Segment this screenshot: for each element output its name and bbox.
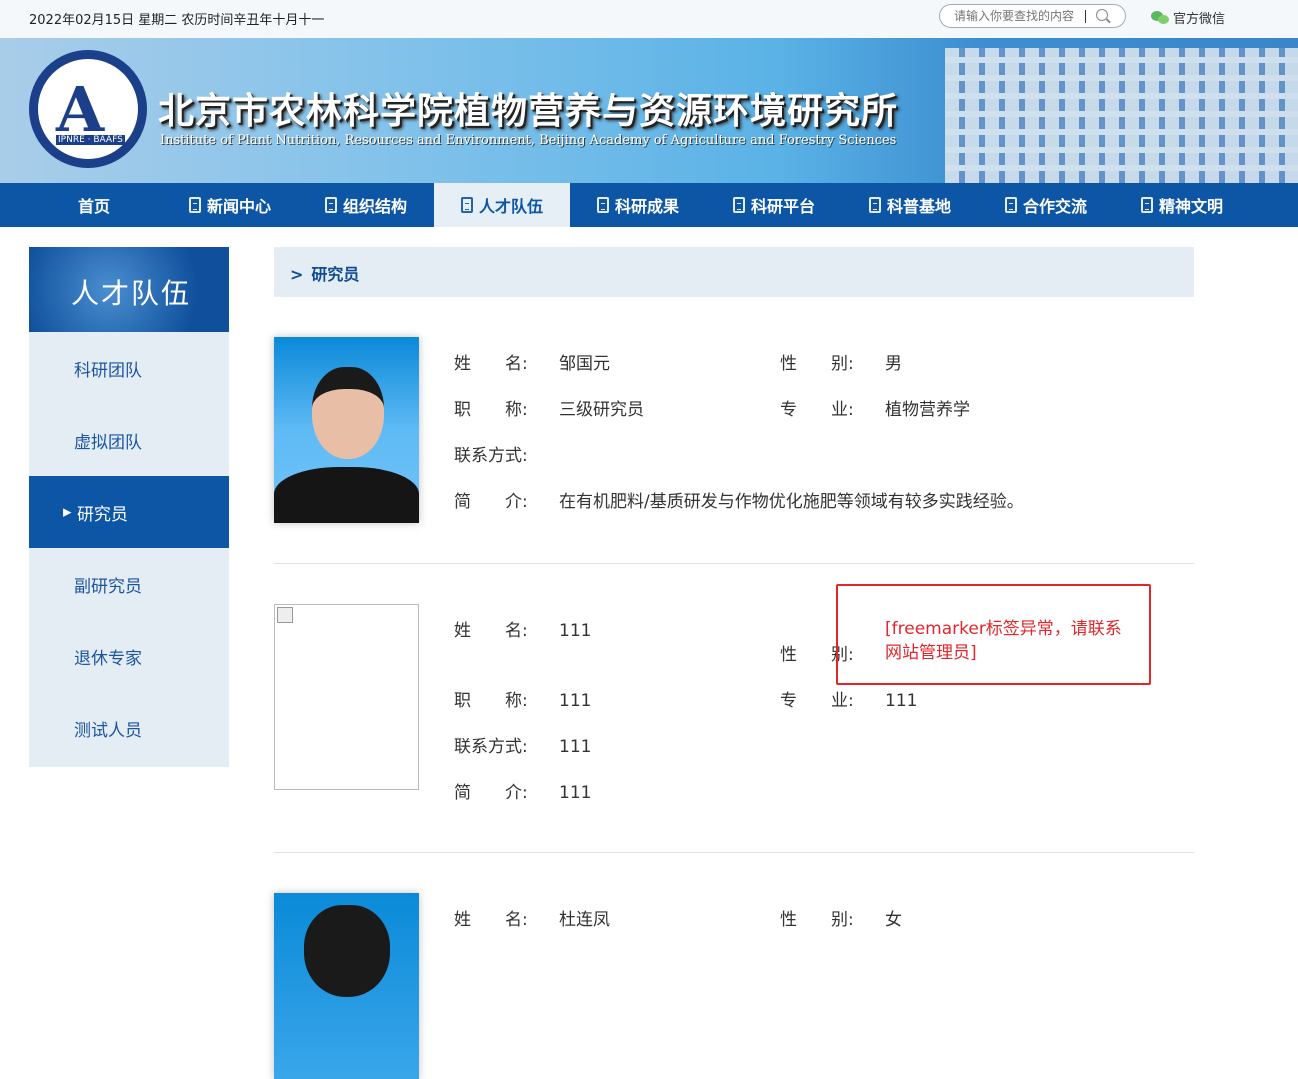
search-input[interactable] bbox=[954, 8, 1074, 24]
nav-achievements[interactable]: 科研成果 bbox=[570, 183, 706, 227]
document-icon bbox=[1140, 197, 1153, 213]
person-photo bbox=[274, 337, 419, 523]
field-label: 姓 名: bbox=[454, 354, 528, 374]
banner: A IPNRE · BAAFS 北京市农林科学院植物营养与资源环境研究所 Inst… bbox=[0, 38, 1298, 183]
field-label: 专 业: bbox=[780, 400, 854, 420]
person-major: 植物营养学 bbox=[885, 400, 970, 420]
person-title: 111 bbox=[559, 691, 592, 711]
person-name: 111 bbox=[559, 621, 592, 641]
document-icon bbox=[1004, 197, 1017, 213]
person-photo bbox=[274, 893, 419, 1079]
person-name: 邹国元 bbox=[559, 354, 610, 374]
divider bbox=[274, 563, 1194, 564]
nav-platform[interactable]: 科研平台 bbox=[706, 183, 842, 227]
field-label: 性 别: bbox=[780, 910, 854, 930]
person-gender: 男 bbox=[885, 354, 902, 374]
sidebar: 人才队伍 科研团队 虚拟团队 ▸ 研究员 副研究员 退休专家 测试人员 bbox=[29, 247, 229, 767]
person-name: 杜连凤 bbox=[559, 910, 610, 930]
person-gender: 女 bbox=[885, 910, 902, 930]
breadcrumb-current[interactable]: 研究员 bbox=[311, 265, 359, 284]
template-error-box: [freemarker标签异常，请联系网站管理员] bbox=[836, 584, 1151, 685]
field-label: 姓 名: bbox=[454, 910, 528, 930]
info-field: 专 业: 植物营养学 bbox=[780, 395, 970, 420]
sidebar-item-associate-researcher[interactable]: 副研究员 bbox=[29, 548, 229, 620]
document-icon bbox=[868, 197, 881, 213]
nav-news[interactable]: 新闻中心 bbox=[162, 183, 298, 227]
document-icon bbox=[596, 197, 609, 213]
nav-culture[interactable]: 精神文明 bbox=[1114, 183, 1250, 227]
info-field: 性 别: 女 bbox=[780, 905, 902, 930]
info-field: 职 称: 三级研究员 bbox=[454, 395, 644, 420]
info-field: 职 称: 111 bbox=[454, 686, 591, 711]
search-icon[interactable] bbox=[1096, 9, 1108, 21]
field-label: 联系方式: bbox=[454, 446, 528, 466]
nav-talent[interactable]: 人才队伍 bbox=[434, 183, 570, 227]
main-nav: 首页 新闻中心 组织结构 人才队伍 科研成果 科研平台 科普基地 合作交流 精神… bbox=[0, 183, 1298, 227]
info-field: 简 介: 在有机肥料/基质研发与作物优化施肥等领域有较多实践经验。 bbox=[454, 487, 1024, 512]
document-icon bbox=[732, 197, 745, 213]
nav-organization[interactable]: 组织结构 bbox=[298, 183, 434, 227]
person-major: 111 bbox=[885, 691, 918, 711]
search-box bbox=[939, 4, 1126, 28]
divider bbox=[1085, 10, 1086, 23]
divider bbox=[274, 852, 1194, 853]
building-image bbox=[945, 48, 1298, 183]
wechat-icon bbox=[1151, 10, 1169, 25]
institute-logo: A IPNRE · BAAFS bbox=[29, 50, 147, 168]
sidebar-item-retired-experts[interactable]: 退休专家 bbox=[29, 620, 229, 692]
field-label: 联系方式: bbox=[454, 737, 528, 757]
nav-home[interactable]: 首页 bbox=[26, 183, 162, 227]
info-field: 联系方式: bbox=[454, 441, 559, 466]
document-icon bbox=[188, 197, 201, 213]
wechat-label: 官方微信 bbox=[1173, 12, 1226, 27]
info-field: 专 业: 111 bbox=[780, 686, 917, 711]
site-subtitle: Institute of Plant Nutrition, Resources … bbox=[160, 133, 897, 148]
sidebar-title: 人才队伍 bbox=[29, 247, 229, 332]
info-field: 姓 名: 111 bbox=[454, 616, 591, 641]
field-label: 职 称: bbox=[454, 691, 528, 711]
field-label: 简 介: bbox=[454, 492, 528, 512]
person-contact: 111 bbox=[559, 737, 592, 757]
person-title: 三级研究员 bbox=[559, 400, 644, 420]
info-field: 姓 名: 邹国元 bbox=[454, 349, 610, 374]
document-icon bbox=[324, 197, 337, 213]
sidebar-item-test-staff[interactable]: 测试人员 bbox=[29, 692, 229, 764]
sidebar-item-virtual-team[interactable]: 虚拟团队 bbox=[29, 404, 229, 476]
wechat-link[interactable]: 官方微信 bbox=[1151, 8, 1225, 27]
document-icon bbox=[460, 197, 473, 213]
info-field: 姓 名: 杜连凤 bbox=[454, 905, 610, 930]
top-bar: 2022年02月15日 星期二 农历时间辛丑年十月十一 官方微信 bbox=[0, 0, 1298, 38]
field-label: 姓 名: bbox=[454, 621, 528, 641]
info-field: 简 介: 111 bbox=[454, 778, 591, 803]
broken-image-icon bbox=[274, 604, 419, 790]
sidebar-item-researcher[interactable]: ▸ 研究员 bbox=[29, 476, 229, 548]
info-field: 性 别: 男 bbox=[780, 349, 902, 374]
date-text: 2022年02月15日 星期二 农历时间辛丑年十月十一 bbox=[29, 13, 325, 28]
field-label: 性 别: bbox=[780, 354, 854, 374]
nav-cooperation[interactable]: 合作交流 bbox=[978, 183, 1114, 227]
person-intro: 在有机肥料/基质研发与作物优化施肥等领域有较多实践经验。 bbox=[559, 492, 1024, 512]
nav-science-base[interactable]: 科普基地 bbox=[842, 183, 978, 227]
field-label: 职 称: bbox=[454, 400, 528, 420]
field-label: 简 介: bbox=[454, 783, 528, 803]
person-intro: 111 bbox=[559, 783, 592, 803]
error-message: [freemarker标签异常，请联系网站管理员] bbox=[885, 619, 1122, 663]
site-title: 北京市农林科学院植物营养与资源环境研究所 bbox=[158, 91, 899, 132]
sidebar-item-research-team[interactable]: 科研团队 bbox=[29, 332, 229, 404]
field-label: 专 业: bbox=[780, 691, 854, 711]
info-field: 联系方式: 111 bbox=[454, 732, 591, 757]
breadcrumb: > 研究员 bbox=[274, 247, 1194, 297]
